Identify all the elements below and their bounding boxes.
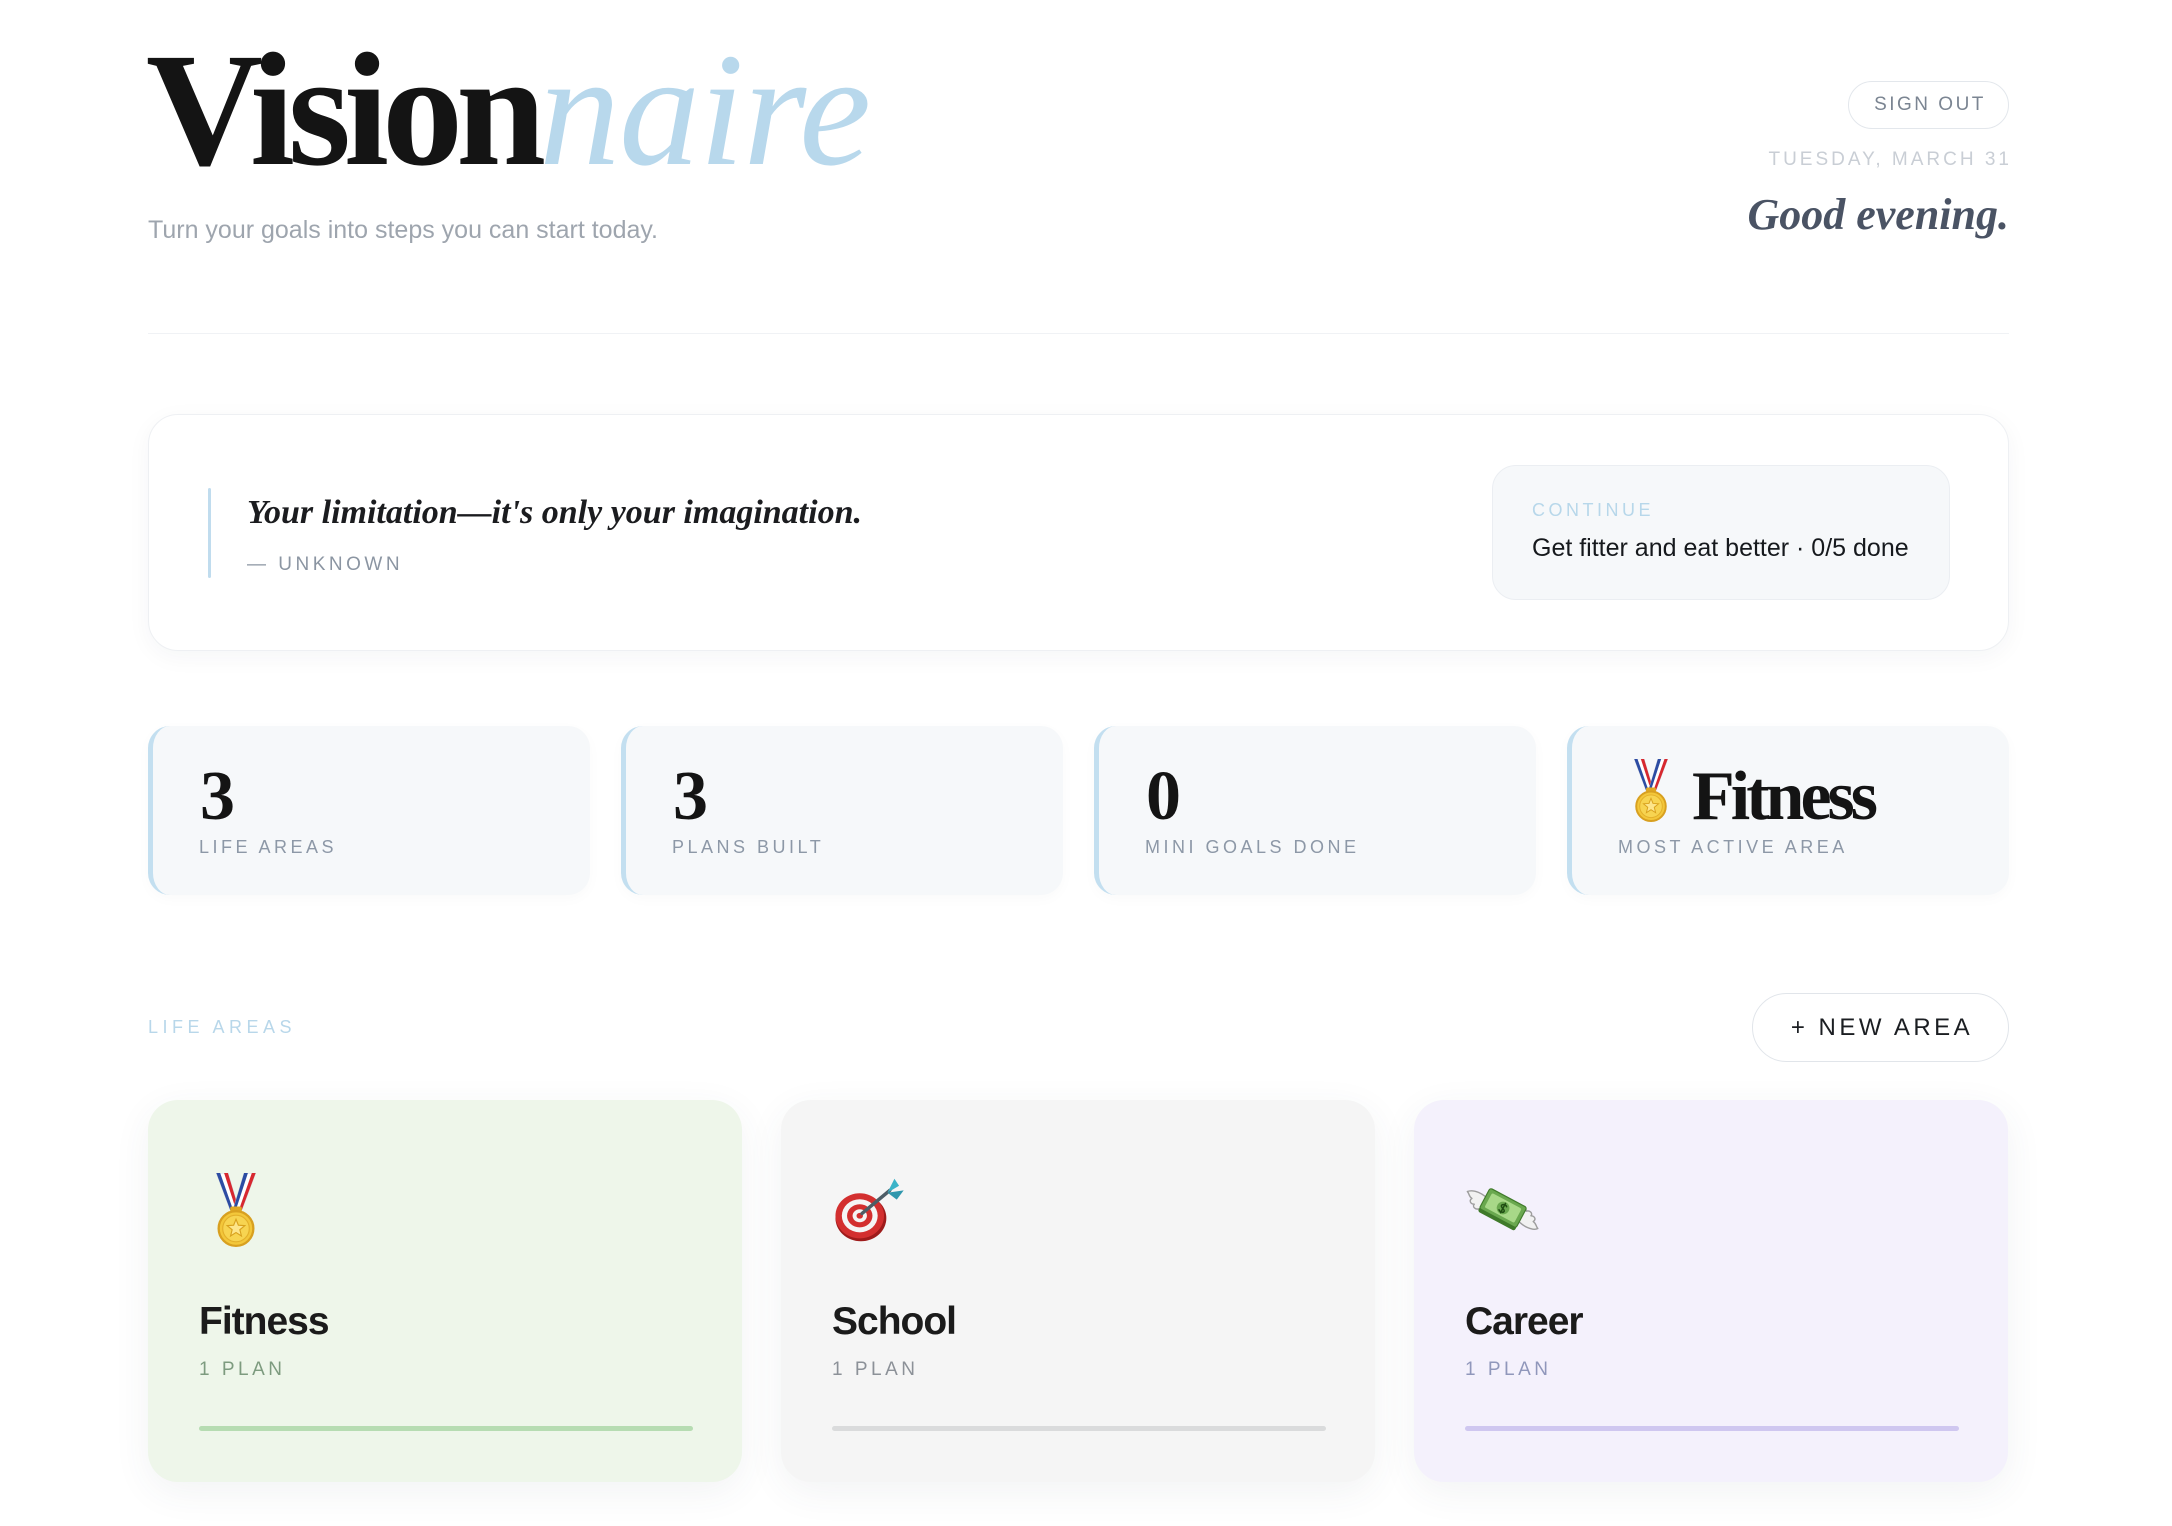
life-area-card-school[interactable]: School 1 PLAN	[781, 1100, 1375, 1482]
quote-author: — UNKNOWN	[247, 554, 404, 575]
sign-out-label: SIGN OUT	[1874, 94, 1986, 115]
stat-value: 0	[1146, 758, 1181, 835]
header-divider	[148, 333, 2009, 334]
stat-value: 3	[200, 758, 235, 835]
life-area-name: Career	[1465, 1300, 1584, 1343]
continue-plan-text: Get fitter and eat better · 0/5 done	[1532, 534, 1909, 562]
tagline: Turn your goals into steps you can start…	[148, 216, 658, 244]
target-icon	[835, 1178, 904, 1242]
logo-word-main: Vision	[146, 21, 546, 200]
sign-out-button[interactable]: SIGN OUT	[1848, 81, 2009, 129]
stat-card-plans-built: 3 PLANS BUILT	[621, 726, 1063, 895]
stat-label: MOST ACTIVE AREA	[1618, 837, 1848, 857]
life-area-accent-bar	[1465, 1426, 1959, 1431]
quote-card: Your limitation—it's only your imaginati…	[148, 414, 2009, 651]
life-area-name: Fitness	[199, 1300, 330, 1343]
logo-word-accent: naire	[539, 21, 871, 200]
section-title-life-areas: LIFE AREAS	[148, 1017, 297, 1037]
new-area-label: + NEW AREA	[1790, 1013, 1974, 1041]
stat-label: MINI GOALS DONE	[1145, 837, 1360, 857]
life-area-card-career[interactable]: Career 1 PLAN	[1414, 1100, 2008, 1482]
current-date: TUESDAY, MARCH 31	[1768, 149, 2012, 170]
life-area-name: School	[832, 1300, 957, 1343]
greeting: Good evening.	[1747, 190, 2009, 239]
life-area-plan-count: 1 PLAN	[1465, 1359, 1552, 1380]
quote-text: Your limitation—it's only your imaginati…	[247, 494, 862, 531]
medal-icon	[1633, 759, 1669, 822]
quote-accent-bar	[208, 488, 211, 578]
stat-label: LIFE AREAS	[199, 837, 338, 857]
life-area-accent-bar	[832, 1426, 1326, 1431]
app-logo-title: Visionnaire	[146, 30, 871, 192]
stat-card-life-areas: 3 LIFE AREAS	[148, 726, 590, 895]
new-area-button[interactable]: + NEW AREA	[1752, 993, 2009, 1062]
stat-card-mini-goals-done: 0 MINI GOALS DONE	[1094, 726, 1536, 895]
stat-label: PLANS BUILT	[672, 837, 825, 857]
life-area-accent-bar	[199, 1426, 693, 1431]
life-area-plan-count: 1 PLAN	[832, 1359, 919, 1380]
money-with-wings-icon	[1466, 1188, 1539, 1231]
life-area-card-fitness[interactable]: Fitness 1 PLAN	[148, 1100, 742, 1482]
life-area-plan-count: 1 PLAN	[199, 1359, 286, 1380]
stat-value: Fitness	[1692, 758, 1878, 835]
continue-label: CONTINUE	[1532, 500, 1654, 520]
stat-value: 3	[673, 758, 708, 835]
dashboard-page: Visionnaire Turn your goals into steps y…	[0, 0, 2172, 1526]
stat-card-most-active-area: Fitness MOST ACTIVE AREA	[1567, 726, 2009, 895]
medal-icon	[215, 1173, 257, 1247]
continue-plan-button[interactable]: CONTINUE Get fitter and eat better · 0/5…	[1492, 465, 1950, 600]
